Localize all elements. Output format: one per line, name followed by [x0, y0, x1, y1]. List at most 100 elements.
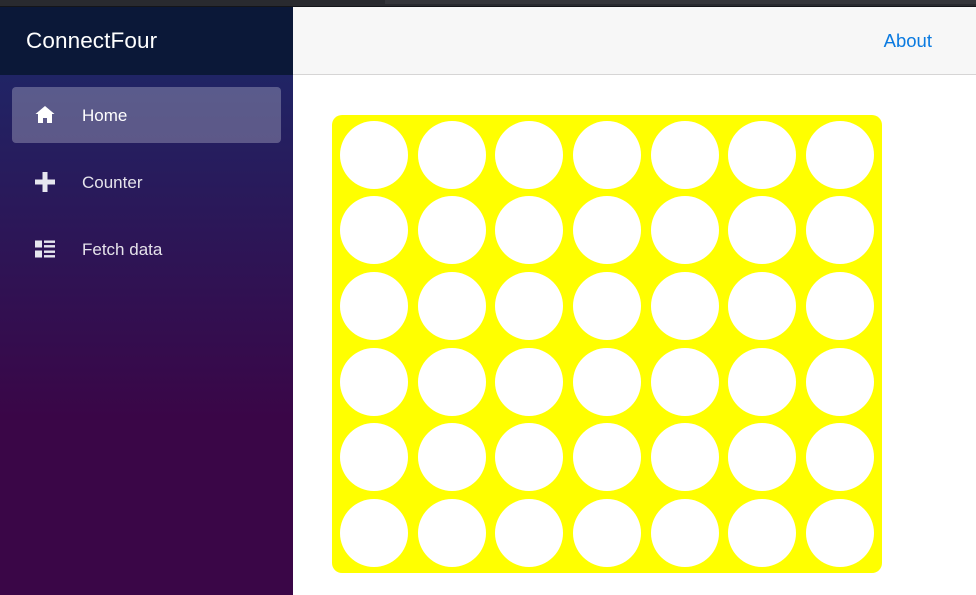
sidebar-brand[interactable]: ConnectFour: [0, 7, 293, 75]
board-hole: [728, 499, 797, 568]
board-hole: [339, 120, 408, 189]
board-hole: [495, 347, 564, 416]
sidebar-item-label: Fetch data: [82, 239, 163, 259]
board-hole: [339, 499, 408, 568]
board-hole: [572, 196, 641, 265]
sidebar-item-fetch-data[interactable]: Fetch data: [12, 221, 281, 277]
board-cell-r3-c0[interactable]: [335, 344, 413, 420]
board-cell-r0-c1[interactable]: [413, 117, 491, 193]
board-cell-r0-c3[interactable]: [568, 117, 646, 193]
app-page: ConnectFour Home Counter Fetch data Abou…: [0, 7, 976, 595]
board-hole: [495, 499, 564, 568]
board-hole: [650, 499, 719, 568]
board-hole: [650, 120, 719, 189]
board-hole: [495, 120, 564, 189]
board-cell-r1-c6[interactable]: [801, 193, 879, 269]
board-hole: [339, 272, 408, 341]
board-cell-r5-c3[interactable]: [568, 495, 646, 571]
board-cell-r4-c6[interactable]: [801, 420, 879, 496]
board-hole: [650, 272, 719, 341]
board-cell-r1-c1[interactable]: [413, 193, 491, 269]
board-cell-r4-c1[interactable]: [413, 420, 491, 496]
board-cell-r1-c4[interactable]: [646, 193, 724, 269]
board-hole: [806, 499, 875, 568]
board-hole: [572, 347, 641, 416]
sidebar-item-counter[interactable]: Counter: [12, 154, 281, 210]
nav-menu: Home Counter Fetch data: [0, 75, 293, 277]
board-cell-r5-c1[interactable]: [413, 495, 491, 571]
board-hole: [339, 347, 408, 416]
board-hole: [339, 423, 408, 492]
plus-icon: [32, 169, 58, 195]
top-row: About: [293, 7, 976, 75]
board-cell-r5-c6[interactable]: [801, 495, 879, 571]
board-hole: [728, 196, 797, 265]
board-hole: [495, 423, 564, 492]
board-hole: [572, 423, 641, 492]
home-icon: [32, 102, 58, 128]
board-hole: [650, 196, 719, 265]
board-hole: [417, 196, 486, 265]
board-cell-r0-c6[interactable]: [801, 117, 879, 193]
browser-tab-strip: [385, 0, 976, 4]
board-hole: [806, 423, 875, 492]
board-hole: [417, 272, 486, 341]
sidebar-item-label: Home: [82, 105, 128, 125]
list-rich-icon: [32, 236, 58, 262]
browser-chrome-strip: [0, 0, 976, 7]
board-cell-r5-c4[interactable]: [646, 495, 724, 571]
board-cell-r3-c2[interactable]: [490, 344, 568, 420]
sidebar-item-home[interactable]: Home: [12, 87, 281, 143]
board-cell-r2-c6[interactable]: [801, 268, 879, 344]
board-cell-r2-c2[interactable]: [490, 268, 568, 344]
board-cell-r5-c2[interactable]: [490, 495, 568, 571]
board-cell-r1-c0[interactable]: [335, 193, 413, 269]
board-cell-r3-c3[interactable]: [568, 344, 646, 420]
board-cell-r3-c4[interactable]: [646, 344, 724, 420]
board-cell-r1-c5[interactable]: [724, 193, 802, 269]
board-cell-r4-c4[interactable]: [646, 420, 724, 496]
board-cell-r1-c2[interactable]: [490, 193, 568, 269]
board-cell-r4-c0[interactable]: [335, 420, 413, 496]
content-area: [293, 75, 976, 595]
board-hole: [495, 196, 564, 265]
board-cell-r4-c5[interactable]: [724, 420, 802, 496]
board-cell-r0-c5[interactable]: [724, 117, 802, 193]
board-cell-r0-c4[interactable]: [646, 117, 724, 193]
about-link[interactable]: About: [884, 30, 932, 52]
board-cell-r0-c0[interactable]: [335, 117, 413, 193]
app-title: ConnectFour: [26, 28, 158, 53]
board-cell-r3-c6[interactable]: [801, 344, 879, 420]
board-hole: [650, 347, 719, 416]
board-cell-r4-c3[interactable]: [568, 420, 646, 496]
board-hole: [417, 120, 486, 189]
board-hole: [495, 272, 564, 341]
board-hole: [806, 347, 875, 416]
board-hole: [417, 499, 486, 568]
board-hole: [572, 120, 641, 189]
board-hole: [806, 196, 875, 265]
board-cell-r4-c2[interactable]: [490, 420, 568, 496]
board-hole: [728, 272, 797, 341]
board-hole: [728, 347, 797, 416]
sidebar: ConnectFour Home Counter Fetch data: [0, 7, 293, 595]
board-cell-r2-c1[interactable]: [413, 268, 491, 344]
main-column: About: [293, 7, 976, 595]
board-cell-r2-c5[interactable]: [724, 268, 802, 344]
board-cell-r2-c3[interactable]: [568, 268, 646, 344]
board-cell-r3-c5[interactable]: [724, 344, 802, 420]
board-cell-r3-c1[interactable]: [413, 344, 491, 420]
board-hole: [339, 196, 408, 265]
board-cell-r5-c0[interactable]: [335, 495, 413, 571]
board-cell-r0-c2[interactable]: [490, 117, 568, 193]
board-hole: [417, 347, 486, 416]
board-cell-r2-c4[interactable]: [646, 268, 724, 344]
board-cell-r5-c5[interactable]: [724, 495, 802, 571]
board-cell-r2-c0[interactable]: [335, 268, 413, 344]
board-hole: [728, 423, 797, 492]
connect-four-board[interactable]: [332, 115, 882, 573]
board-hole: [806, 272, 875, 341]
board-hole: [572, 499, 641, 568]
board-hole: [806, 120, 875, 189]
board-cell-r1-c3[interactable]: [568, 193, 646, 269]
